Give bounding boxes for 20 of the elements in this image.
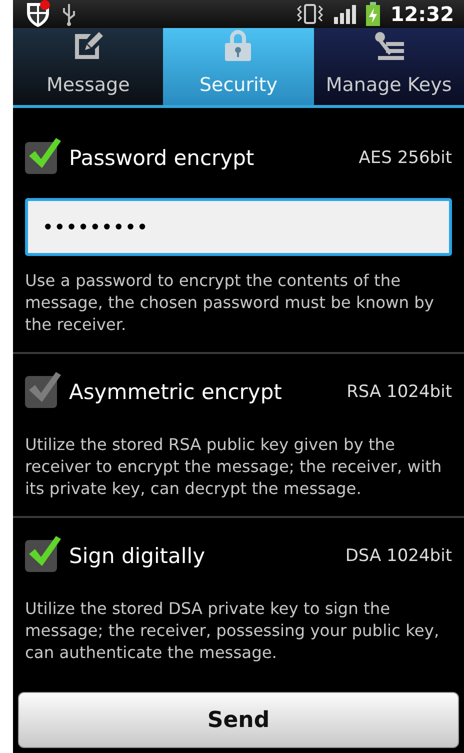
signal-icon bbox=[334, 4, 356, 24]
option-label: Sign digitally bbox=[69, 544, 206, 568]
clock-time: 12:32 bbox=[390, 2, 454, 26]
shield-icon bbox=[25, 0, 51, 28]
tab[interactable]: Message bbox=[13, 28, 164, 105]
battery-charging-icon bbox=[366, 2, 380, 26]
algorithm-label: RSA 1024bit bbox=[346, 382, 452, 402]
vibrate-icon bbox=[296, 3, 324, 25]
password-field[interactable]: ••••••••• bbox=[25, 198, 452, 256]
tab[interactable]: Manage Keys bbox=[314, 28, 464, 105]
option-description: Use a password to encrypt the contents of the message, the chosen password must be known by the receiver. bbox=[25, 270, 435, 336]
option-description: Utilize the stored DSA private key to sign the message; the receiver, possessing your public key, can authenticate the message. bbox=[25, 598, 440, 664]
option-description: Utilize the stored RSA public key given by the receiver to encrypt the message; the receiver, with its private key, can decrypt the message. bbox=[25, 434, 443, 500]
send-button[interactable]: Send bbox=[18, 692, 459, 748]
usb-icon bbox=[61, 2, 77, 26]
algorithm-label: AES 256bit bbox=[358, 148, 452, 168]
option-label: Password encrypt bbox=[69, 146, 256, 170]
padlock-icon bbox=[223, 28, 254, 62]
option-label: Asymmetric encrypt bbox=[69, 380, 283, 404]
algorithm-label: DSA 1024bit bbox=[345, 546, 452, 566]
